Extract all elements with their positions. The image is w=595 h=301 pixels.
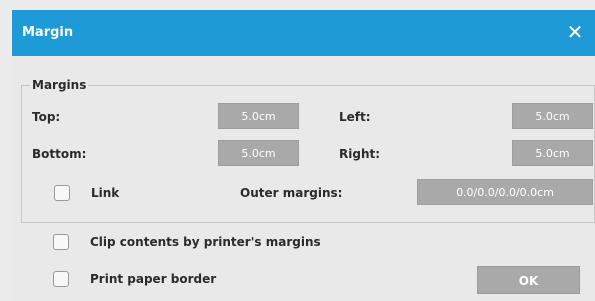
bottom-label: Bottom:	[32, 147, 87, 161]
clip-contents-checkbox[interactable]	[53, 234, 69, 250]
link-checkbox[interactable]	[54, 185, 70, 201]
left-margin-field[interactable]: 5.0cm	[512, 103, 593, 129]
top-label: Top:	[32, 110, 61, 124]
background-strip-top	[0, 0, 595, 10]
ok-button[interactable]: OK	[477, 266, 580, 294]
close-icon: ✕	[566, 20, 584, 44]
margins-group-label: Margins	[30, 78, 89, 92]
outer-margins-label: Outer margins:	[240, 186, 343, 200]
background-strip-left	[0, 0, 12, 301]
print-border-checkbox[interactable]	[53, 271, 69, 287]
print-border-label: Print paper border	[90, 272, 217, 286]
clip-contents-label: Clip contents by printer's margins	[90, 235, 321, 249]
margins-group: Margins Top: 5.0cm Left: 5.0cm Bottom: 5…	[21, 78, 595, 223]
link-label: Link	[91, 186, 120, 200]
top-margin-field[interactable]: 5.0cm	[218, 103, 299, 129]
left-label: Left:	[339, 110, 371, 124]
bottom-margin-field[interactable]: 5.0cm	[218, 140, 299, 166]
right-label: Right:	[339, 147, 381, 161]
dialog-titlebar: Margin ✕	[12, 10, 595, 56]
dialog-title: Margin	[22, 25, 74, 40]
right-margin-field[interactable]: 5.0cm	[512, 140, 593, 166]
margin-dialog: Margin ✕ Margins Top: 5.0cm Left: 5.0cm …	[12, 10, 595, 301]
close-button[interactable]: ✕	[563, 20, 587, 44]
outer-margins-field[interactable]: 0.0/0.0/0.0/0.0cm	[417, 179, 593, 205]
